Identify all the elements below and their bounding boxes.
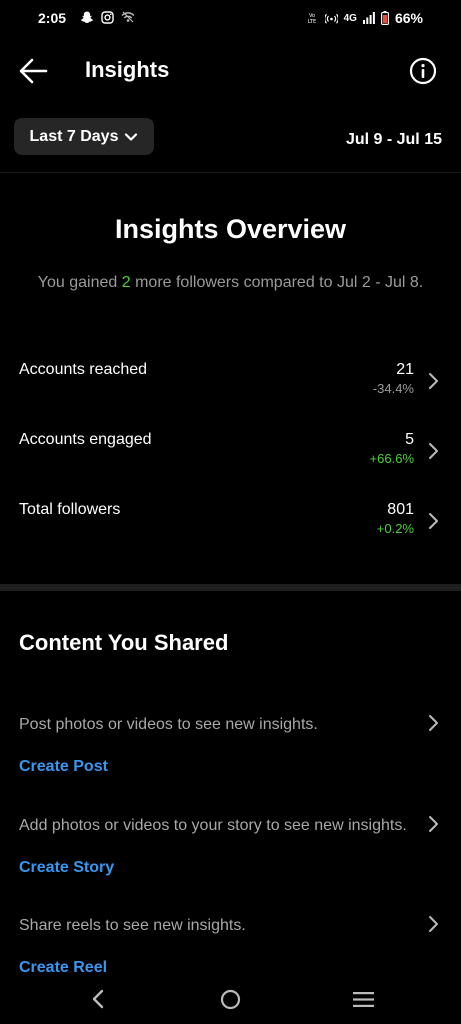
content-row-text: Post photos or videos to see new insight… [19,716,318,733]
page-title: Insights [85,57,170,82]
nav-home-icon[interactable] [220,989,241,1010]
content-row-text: Add photos or videos to your story to se… [19,817,407,834]
metric-value: 21 [396,361,414,378]
content-row-posts[interactable]: Post photos or videos to see new insight… [0,715,461,786]
date-range-selector-label: Last 7 Days [29,127,119,145]
section-divider [0,584,461,591]
overview-subtitle: You gained 2 more followers compared to … [30,273,431,292]
instagram-icon [101,10,114,24]
metric-label: Total followers [19,501,121,518]
metric-row-accounts-reached[interactable]: Accounts reached 21 -34.4% [0,361,461,411]
content-row-reels[interactable]: Share reels to see new insights. Create … [0,916,461,987]
info-icon [409,57,437,85]
info-button[interactable] [409,57,437,85]
content-row-text: Share reels to see new insights. [19,917,246,934]
chevron-right-icon [429,443,438,459]
divider [0,172,461,173]
metric-row-accounts-engaged[interactable]: Accounts engaged 5 +66.6% [0,431,461,481]
create-story-link[interactable]: Create Story [19,859,114,877]
battery-icon [381,11,389,25]
metric-label: Accounts reached [19,361,148,378]
chevron-right-icon [429,373,438,389]
date-range-selector[interactable]: Last 7 Days [14,118,154,155]
svg-text:LTE: LTE [307,19,315,24]
chevron-right-icon [429,513,438,529]
snapchat-icon [81,11,93,23]
signal-icon [362,12,375,24]
metric-change: +0.2% [376,521,414,536]
content-row-story[interactable]: Add photos or videos to your story to se… [0,816,461,887]
metric-row-total-followers[interactable]: Total followers 801 +0.2% [0,501,461,551]
overview-title: Insights Overview [114,214,347,244]
metric-change: -34.4% [372,381,414,396]
battery-text: 66% [394,10,423,26]
metric-change: +66.6% [369,451,414,466]
create-post-link[interactable]: Create Post [19,758,108,776]
arrow-left-icon [19,58,48,84]
status-icons-left [80,10,135,24]
status-time: 2:05 [38,10,67,26]
nav-recents-icon[interactable] [353,992,374,1007]
metric-value: 5 [405,431,414,448]
nav-back-icon[interactable] [89,988,107,1010]
chevron-right-icon [429,715,438,731]
status-icons-right: Vo LTE 4G 66% [305,10,423,26]
followers-gained-number: 2 [121,274,131,291]
wifi-off-icon [121,11,135,23]
subtitle-prefix: You gained [37,274,122,291]
volte-icon: Vo LTE [307,13,315,24]
chevron-right-icon [429,816,438,832]
network-label: 4G [343,12,357,24]
metric-label: Accounts engaged [19,431,152,448]
hotspot-icon [324,13,338,24]
chevron-down-icon [125,132,138,141]
create-reel-link[interactable]: Create Reel [19,959,107,977]
chevron-right-icon [429,916,438,932]
subtitle-suffix: more followers compared to Jul 2 - Jul 8… [130,274,424,291]
date-range-text: Jul 9 - Jul 15 [345,131,442,148]
content-section-title: Content You Shared [19,630,229,655]
back-button[interactable] [18,58,50,84]
metric-value: 801 [387,501,414,518]
